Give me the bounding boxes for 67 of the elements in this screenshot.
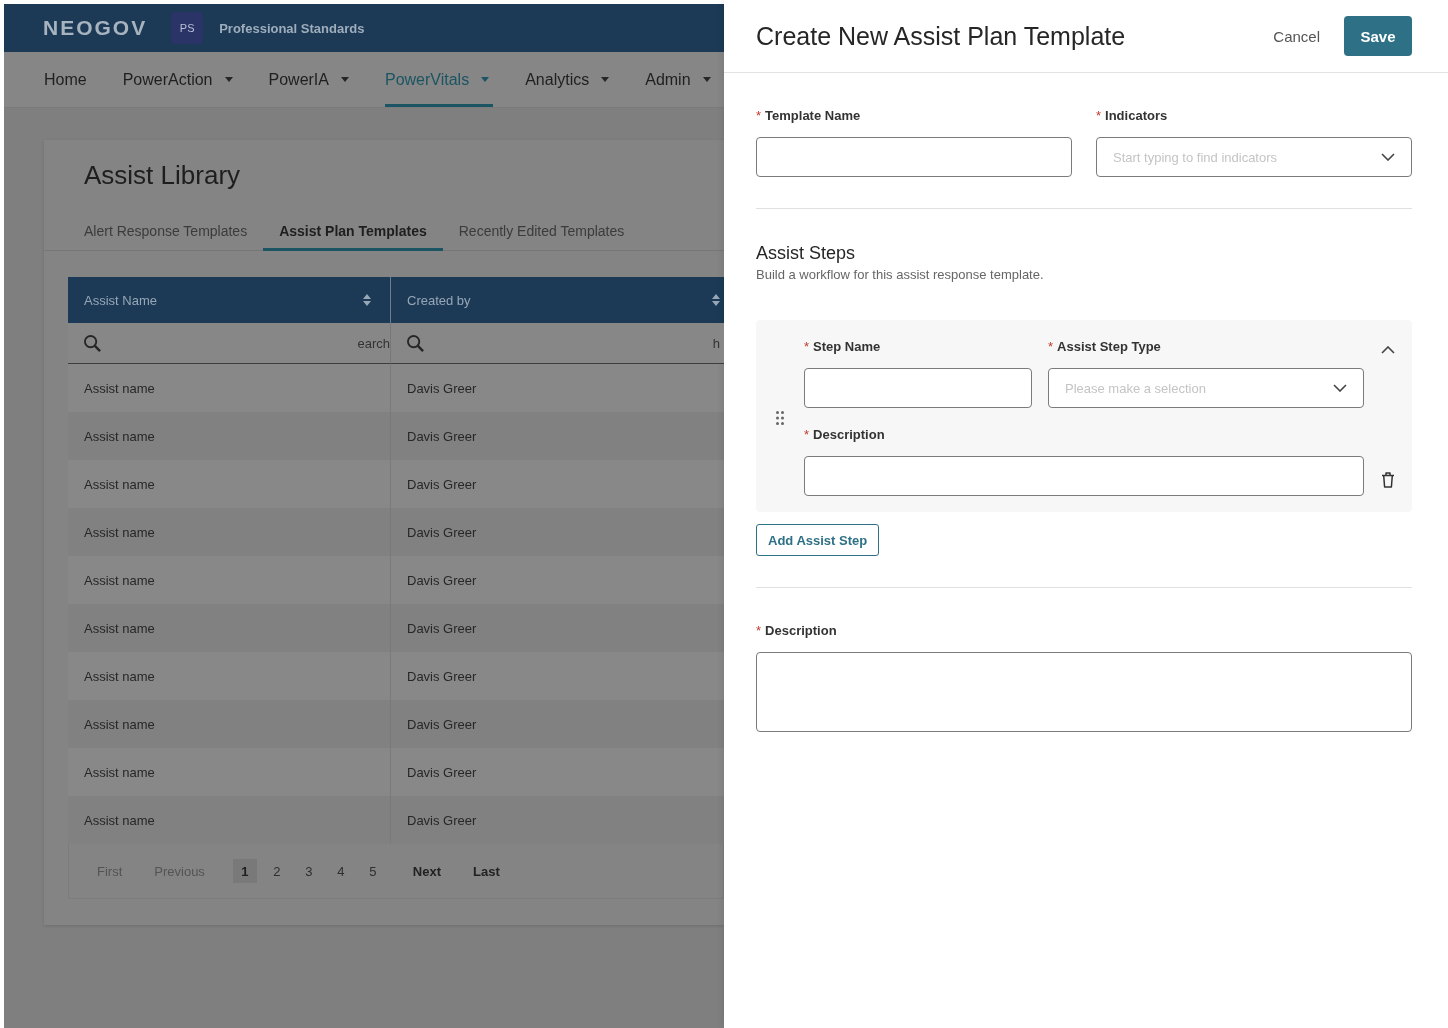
field-label: Step Name	[813, 339, 881, 355]
table-cell: Assist name	[68, 556, 391, 604]
field-label: Description	[765, 623, 837, 639]
page-button[interactable]: 5	[360, 859, 385, 883]
section-subtitle: Build a workflow for this assist response template.	[756, 267, 1045, 283]
tab[interactable]: Assist Plan Templates	[263, 211, 443, 251]
dropdown-field[interactable]: Please make a selection	[1048, 368, 1364, 408]
required-mark: *	[756, 623, 762, 639]
tab[interactable]: Recently Edited Templates	[442, 211, 641, 251]
table-cell: Davis Greer	[391, 652, 724, 700]
chevron-down-icon	[1333, 384, 1347, 392]
trash-icon[interactable]	[1382, 472, 1394, 488]
required-mark: *	[1096, 108, 1102, 124]
search-icon	[84, 335, 101, 352]
required-mark: *	[1048, 339, 1054, 355]
sort-icon[interactable]	[712, 294, 720, 306]
required-mark: *	[804, 427, 810, 443]
table-cell: Davis Greer	[391, 460, 724, 508]
search-icon	[407, 335, 424, 352]
column-header[interactable]: Created by	[391, 277, 724, 323]
field-label: Description	[813, 427, 885, 443]
table-cell: Assist name	[68, 364, 391, 412]
search-field[interactable]: earch	[68, 323, 391, 364]
product-badge: PS	[171, 12, 204, 44]
input-field[interactable]	[804, 368, 1032, 408]
table-cell: Davis Greer	[391, 748, 724, 796]
drag-handle-icon[interactable]	[776, 410, 784, 425]
nav-item[interactable]: PowerAction	[122, 52, 237, 107]
table-cell: Assist name	[68, 652, 391, 700]
pagination-button[interactable]: Next	[400, 859, 454, 883]
product-name: Professional Standards	[219, 20, 365, 36]
cancel-button[interactable]: Cancel	[1273, 27, 1320, 45]
search-field[interactable]: h	[391, 323, 724, 364]
page-button[interactable]: 1	[232, 859, 257, 883]
pagination-button[interactable]: Last	[461, 859, 512, 883]
page-button[interactable]: 3	[296, 859, 321, 883]
nav-item[interactable]: PowerVitals	[385, 52, 494, 107]
logo: NEOGOV	[43, 16, 148, 40]
field-label: Indicators	[1105, 108, 1168, 124]
field-label: Template Name	[765, 108, 861, 124]
sort-icon[interactable]	[363, 294, 371, 306]
required-mark: *	[756, 108, 762, 124]
table-cell: Davis Greer	[391, 556, 724, 604]
dropdown-field[interactable]: Start typing to find indicators	[1096, 137, 1412, 177]
required-mark: *	[804, 339, 810, 355]
field-label: Assist Step Type	[1057, 339, 1161, 355]
textarea-field[interactable]	[756, 652, 1412, 732]
page-button[interactable]: 2	[264, 859, 289, 883]
table-cell: Assist name	[68, 748, 391, 796]
column-header[interactable]: Assist Name	[68, 277, 391, 323]
section-title: Assist Steps	[756, 243, 857, 263]
table-cell: Davis Greer	[391, 364, 724, 412]
chevron-up-icon[interactable]	[1381, 346, 1395, 354]
table-cell: Assist name	[68, 460, 391, 508]
page-button[interactable]: 4	[328, 859, 353, 883]
save-button[interactable]: Save	[1344, 16, 1412, 56]
nav-item[interactable]: Admin	[645, 52, 715, 107]
nav-item[interactable]: Home	[44, 52, 91, 107]
input-field[interactable]	[756, 137, 1072, 177]
tab[interactable]: Alert Response Templates	[68, 211, 264, 251]
add-step-button[interactable]: Add Assist Step	[756, 524, 880, 556]
panel-title: Create New Assist Plan Template	[756, 21, 1126, 51]
nav-item[interactable]: PowerIA	[268, 52, 353, 107]
input-field[interactable]	[804, 456, 1364, 496]
chevron-down-icon	[1381, 153, 1395, 161]
nav-item[interactable]: Analytics	[525, 52, 614, 107]
page-title: Assist Library	[83, 160, 242, 190]
